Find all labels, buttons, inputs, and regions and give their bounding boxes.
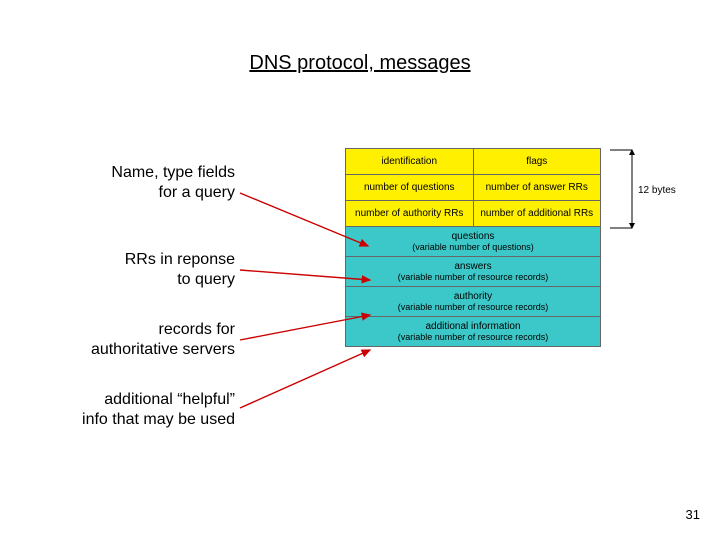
- cell-answers: answers (variable number of resource rec…: [346, 257, 600, 286]
- dns-message-diagram: identification flags number of questions…: [345, 148, 601, 347]
- cell-flags: flags: [473, 149, 601, 174]
- cell-additional: additional information (variable number …: [346, 317, 600, 346]
- body-additional: additional information (variable number …: [346, 317, 600, 346]
- label-line: authoritative servers: [91, 341, 235, 358]
- label-line: RRs in reponse: [125, 251, 235, 268]
- body-questions: questions (variable number of questions): [346, 227, 600, 257]
- label-line: info that may be used: [82, 411, 235, 428]
- label-line: to query: [177, 271, 235, 288]
- cell-main: authority: [454, 291, 492, 302]
- cell-main: questions: [452, 231, 495, 242]
- label-line: for a query: [159, 184, 235, 201]
- cell-num-questions: number of questions: [346, 175, 473, 200]
- cell-authority: authority (variable number of resource r…: [346, 287, 600, 316]
- arrow-to-additional: [240, 350, 370, 408]
- body-authority: authority (variable number of resource r…: [346, 287, 600, 317]
- header-row-2: number of questions number of answer RRs: [346, 175, 600, 201]
- label-line: records for: [159, 321, 235, 338]
- page-number: 31: [686, 507, 700, 522]
- label-authority-records: records for authoritative servers: [30, 320, 235, 360]
- side-caption-12bytes: 12 bytes: [638, 185, 676, 196]
- body-answers: answers (variable number of resource rec…: [346, 257, 600, 287]
- cell-num-answer-rrs: number of answer RRs: [473, 175, 601, 200]
- cell-sub: (variable number of resource records): [398, 272, 549, 282]
- slide-title: DNS protocol, messages: [0, 52, 720, 75]
- cell-main: additional information: [425, 321, 520, 332]
- label-line: Name, type fields: [111, 164, 235, 181]
- cell-sub: (variable number of resource records): [398, 302, 549, 312]
- label-line: additional “helpful”: [104, 391, 235, 408]
- header-row-3: number of authority RRs number of additi…: [346, 201, 600, 227]
- cell-num-additional-rrs: number of additional RRs: [473, 201, 601, 226]
- cell-questions: questions (variable number of questions): [346, 227, 600, 256]
- label-query-fields: Name, type fields for a query: [60, 163, 235, 203]
- label-answer-rrs: RRs in reponse to query: [60, 250, 235, 290]
- cell-identification: identification: [346, 149, 473, 174]
- cell-num-authority-rrs: number of authority RRs: [346, 201, 473, 226]
- label-additional-info: additional “helpful” info that may be us…: [30, 390, 235, 430]
- cell-main: answers: [454, 261, 491, 272]
- cell-sub: (variable number of resource records): [398, 332, 549, 342]
- header-row-1: identification flags: [346, 149, 600, 175]
- cell-sub: (variable number of questions): [412, 242, 534, 252]
